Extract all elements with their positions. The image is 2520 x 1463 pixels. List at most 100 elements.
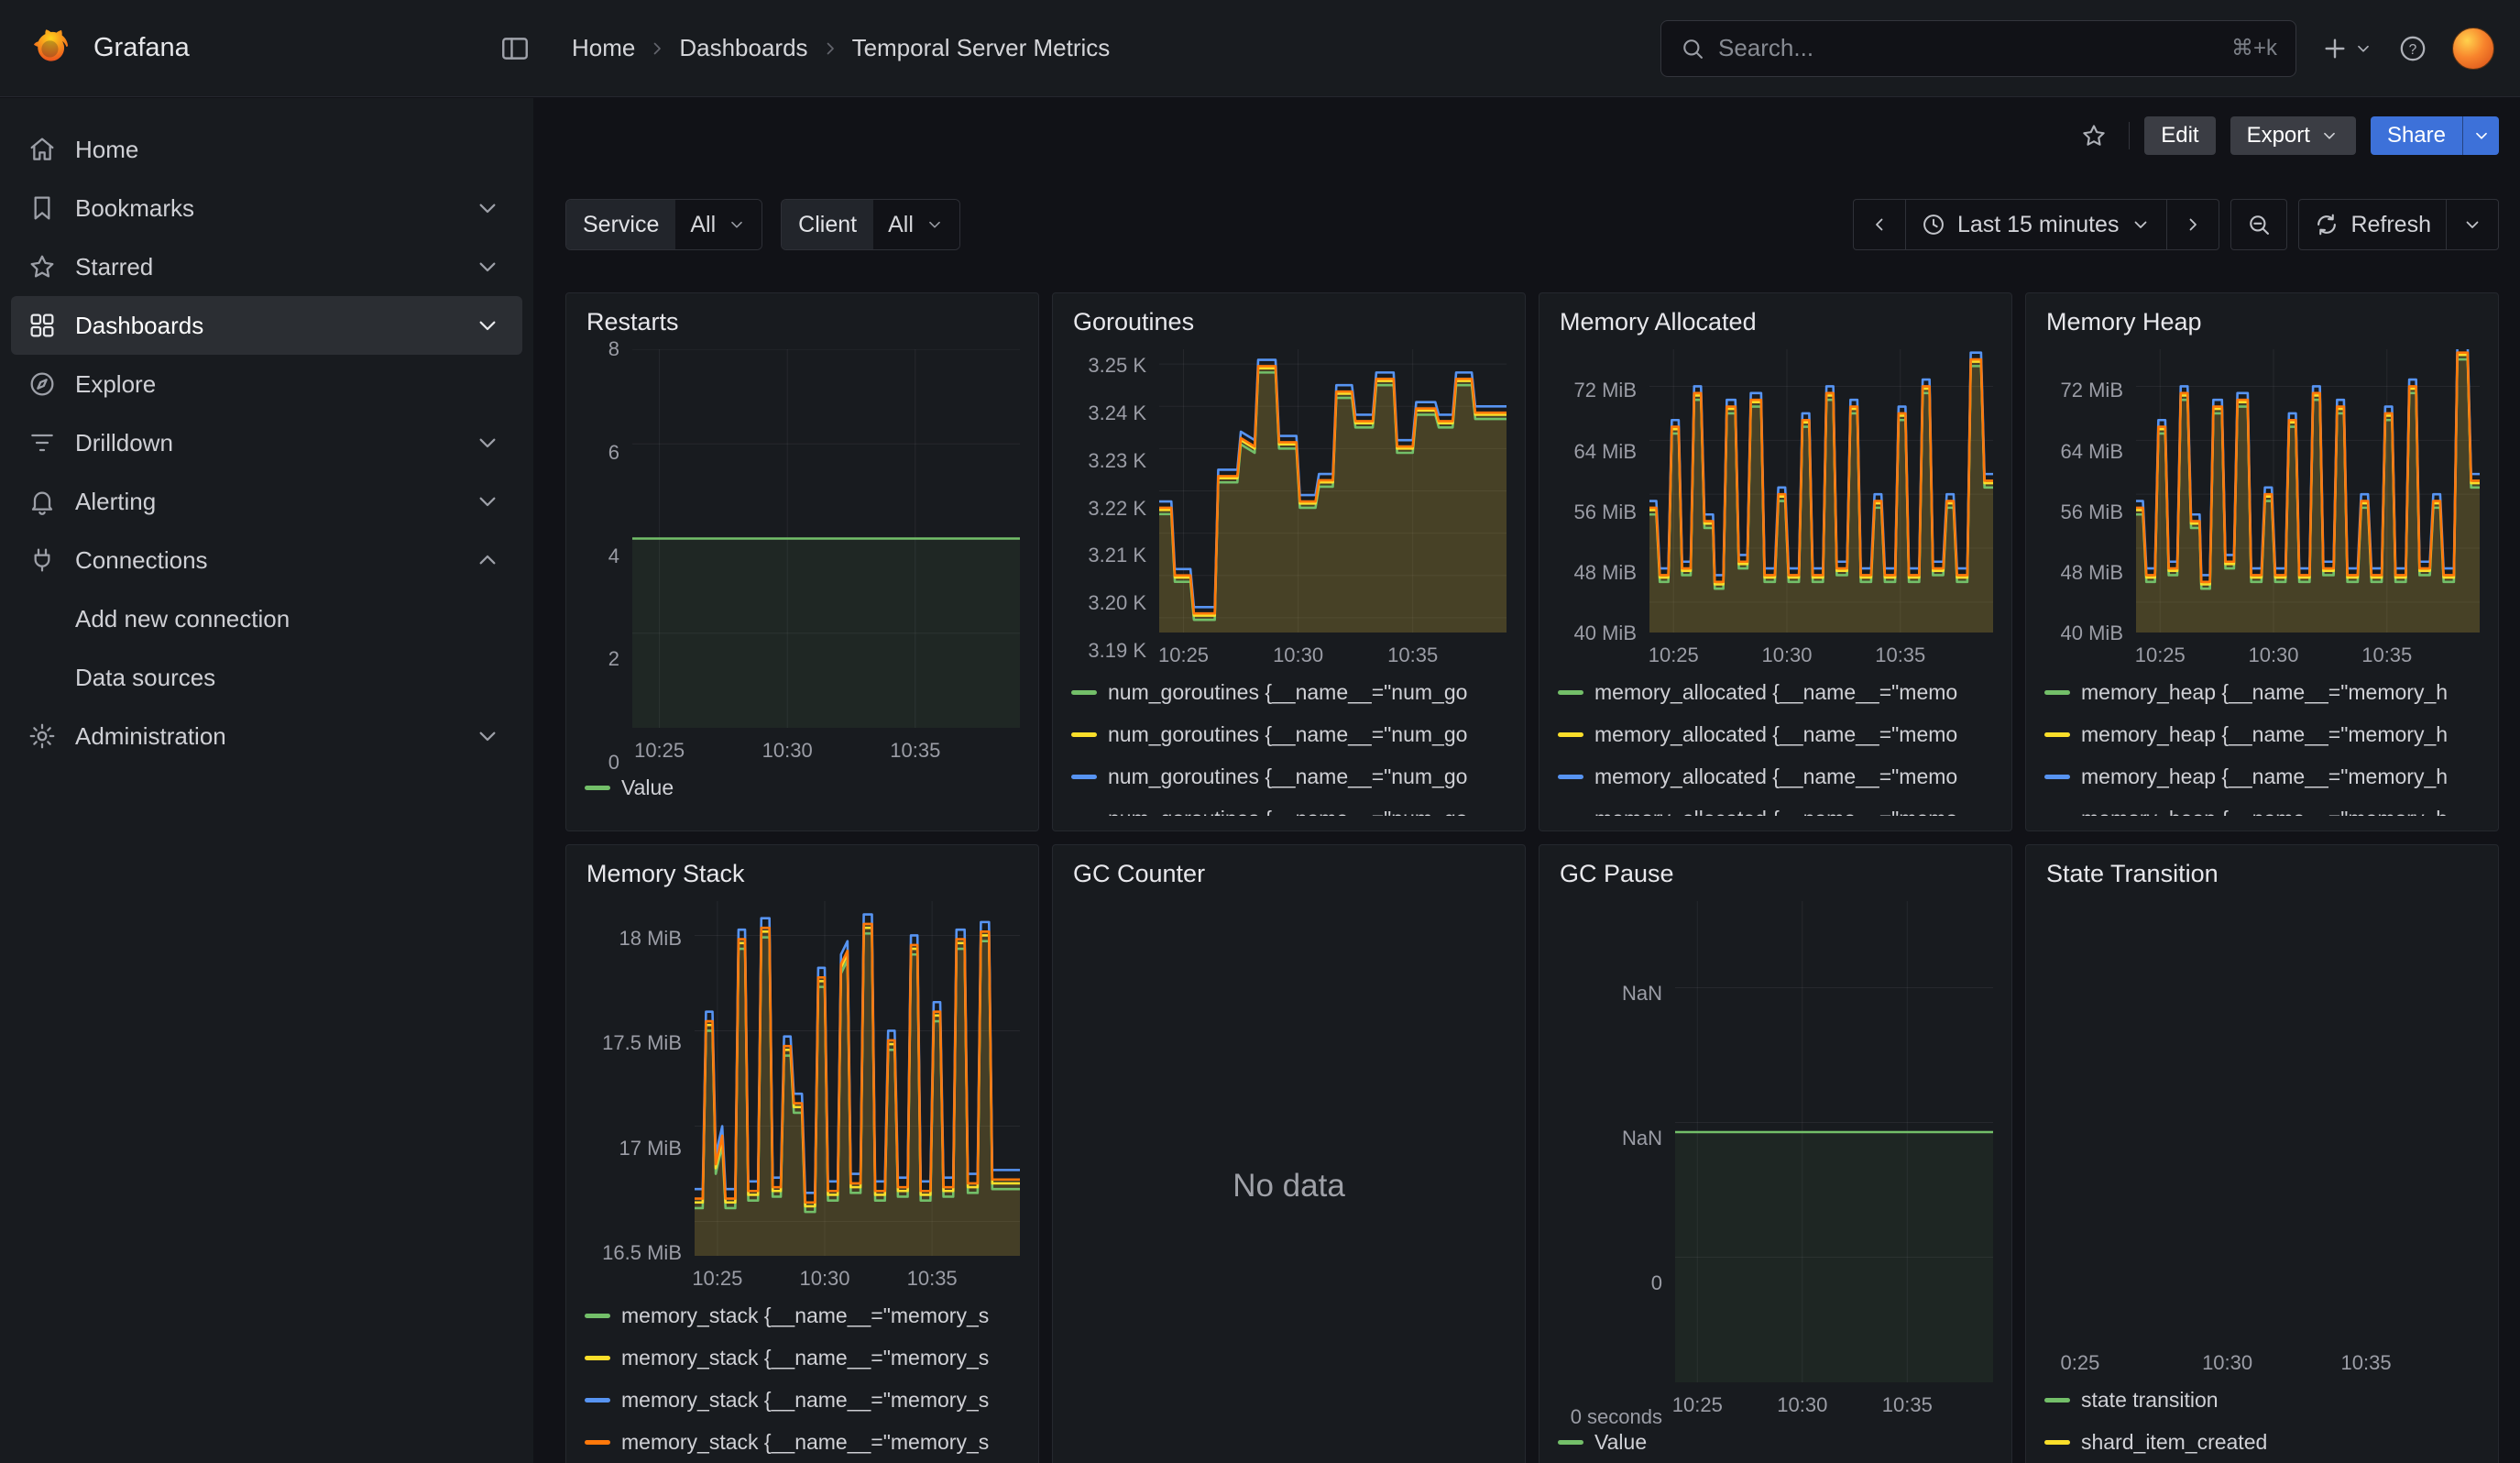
legend-color-marker [585,1398,610,1402]
legend-item[interactable]: num_goroutines {__name__="num_go [1071,763,1507,790]
grafana-app: Grafana HomeDashboardsTemporal Server Me… [0,0,2520,1463]
y-axis-label: 56 MiB [2061,500,2123,524]
breadcrumb-item-dashboards[interactable]: Dashboards [679,34,807,62]
sidebar-item-add-new-connection[interactable]: Add new connection [11,589,522,648]
zoom-out-button[interactable] [2230,199,2287,250]
plus-icon [2320,34,2350,63]
time-range-picker[interactable]: Last 15 minutes [1905,199,2168,250]
edit-button[interactable]: Edit [2144,116,2215,155]
search-input[interactable]: Search... ⌘+k [1660,20,2296,77]
export-label: Export [2247,123,2310,148]
legend-item[interactable]: memory_allocated {__name__="memo [1558,763,1993,790]
chart-plot-area[interactable] [2136,349,2480,632]
variable-value-dropdown[interactable]: All [675,200,761,249]
legend-item[interactable]: memory_allocated {__name__="memo [1558,678,1993,706]
sidebar-item-label: Drilldown [75,429,173,457]
legend-item[interactable]: memory_stack {__name__="memory_s [585,1302,1020,1329]
panel-title[interactable]: Memory Heap [2046,308,2480,336]
panel-title[interactable]: Memory Allocated [1560,308,1993,336]
legend-item[interactable]: memory_heap {__name__="memory_h [2044,678,2480,706]
home-icon [27,135,57,164]
time-shift-forward-button[interactable] [2166,199,2219,250]
breadcrumb-item-home[interactable]: Home [572,34,635,62]
variable-label: Client [782,200,873,249]
legend-item[interactable]: Value [1558,1428,1993,1456]
variable-value-dropdown[interactable]: All [873,200,959,249]
chart-plot-area[interactable] [1675,901,1993,1382]
legend-item[interactable]: memory_allocated {__name__="memo [1558,805,1993,816]
chevron-down-icon [2471,126,2492,146]
time-shift-back-button[interactable] [1853,199,1906,250]
sidebar-toggle-button[interactable] [495,28,535,69]
legend-item[interactable]: memory_heap {__name__="memory_h [2044,720,2480,748]
sidebar-item-data-sources[interactable]: Data sources [11,648,522,707]
x-axis: 10:2510:3010:35 [2136,632,2480,667]
sidebar-item-explore[interactable]: Explore [11,355,522,413]
refresh-interval-button[interactable] [2446,199,2499,250]
sidebar-item-dashboards[interactable]: Dashboards [11,296,522,355]
panel-title[interactable]: Restarts [586,308,1020,336]
legend-color-marker [2044,690,2070,695]
legend-item[interactable]: num_goroutines {__name__="num_go [1071,720,1507,748]
panel-chart: 72 MiB64 MiB56 MiB48 MiB40 MiB10:2510:30… [2044,349,2480,667]
y-axis-label: 0 [1651,1271,1662,1295]
drilldown-icon [27,428,57,457]
chart-plot-area[interactable] [1159,349,1507,632]
y-axis-label: 2 [608,647,619,671]
legend-item[interactable]: memory_stack {__name__="memory_s [585,1428,1020,1456]
chevron-down-icon [473,252,502,281]
sidebar-item-alerting[interactable]: Alerting [11,472,522,531]
user-avatar[interactable] [2452,28,2494,70]
sidebar-item-bookmarks[interactable]: Bookmarks [11,179,522,237]
sidebar-item-connections[interactable]: Connections [11,531,522,589]
legend-item[interactable]: memory_stack {__name__="memory_s [585,1386,1020,1414]
legend-label: memory_allocated {__name__="memo [1594,722,1957,747]
sidebar-item-label: Alerting [75,488,156,516]
share-button[interactable]: Share [2371,116,2462,155]
sidebar-item-home[interactable]: Home [11,120,522,179]
x-axis-label: 10:35 [890,739,940,763]
chevron-right-icon [2182,214,2204,236]
legend-item[interactable]: shard_item_created [2044,1428,2480,1456]
legend-item[interactable]: memory_allocated {__name__="memo [1558,720,1993,748]
y-axis-label: 3.21 K [1088,544,1146,567]
legend-item[interactable]: Value [585,774,1020,801]
sidebar-item-drilldown[interactable]: Drilldown [11,413,522,472]
legend-label: shard_item_created [2081,1430,2267,1455]
panel-title[interactable]: Goroutines [1073,308,1507,336]
x-axis-label: 10:35 [2341,1351,2392,1375]
refresh-button[interactable]: Refresh [2298,199,2447,250]
grafana-logo-icon[interactable] [26,25,73,72]
legend-item[interactable]: state transition [2044,1386,2480,1414]
legend-item[interactable]: num_goroutines {__name__="num_go [1071,678,1507,706]
nav-left: Grafana [26,25,535,72]
refresh-label: Refresh [2350,212,2431,238]
chart-plot-area[interactable] [2059,901,2480,1340]
legend-item[interactable]: memory_heap {__name__="memory_h [2044,805,2480,816]
panel-title[interactable]: GC Pause [1560,860,1993,888]
x-axis: 10:2510:3010:35 [632,728,1020,763]
top-nav: Grafana HomeDashboardsTemporal Server Me… [0,0,2520,97]
panel-title[interactable]: GC Counter [1073,860,1507,888]
export-button[interactable]: Export [2230,116,2356,155]
add-button[interactable] [2320,34,2373,63]
panel-title[interactable]: State Transition [2046,860,2480,888]
legend-color-marker [585,1440,610,1445]
favorite-star-button[interactable] [2074,116,2114,156]
chart-plot-area[interactable] [632,349,1020,728]
legend-item[interactable]: memory_stack {__name__="memory_s [585,1344,1020,1371]
panel-grid: Restarts8642010:2510:3010:35ValueGorouti… [565,292,2499,1463]
sidebar-item-administration[interactable]: Administration [11,707,522,765]
help-button[interactable]: ? [2397,33,2428,64]
y-axis-label: 18 MiB [619,927,682,951]
legend-label: num_goroutines {__name__="num_go [1108,722,1467,747]
x-axis: 0:2510:3010:35 [2059,1340,2480,1375]
chart-plot-area[interactable] [1649,349,1993,632]
share-menu-button[interactable] [2462,116,2499,155]
chart-plot-area[interactable] [695,901,1020,1256]
clock-icon [1921,212,1946,237]
sidebar-item-starred[interactable]: Starred [11,237,522,296]
legend-item[interactable]: num_goroutines {__name__="num_go [1071,805,1507,816]
panel-title[interactable]: Memory Stack [586,860,1020,888]
legend-item[interactable]: memory_heap {__name__="memory_h [2044,763,2480,790]
